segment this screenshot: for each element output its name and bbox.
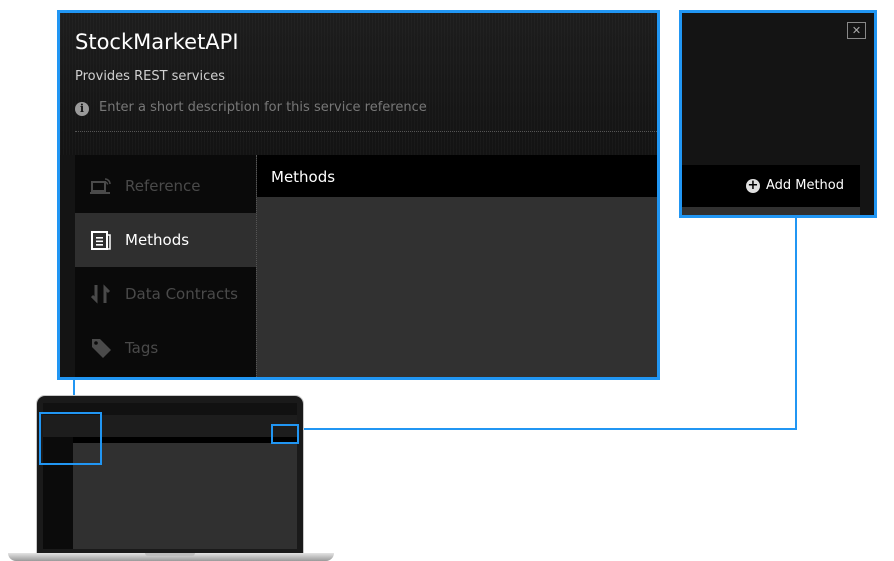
methods-content: Methods bbox=[256, 155, 657, 377]
laptop-notch bbox=[145, 553, 195, 556]
close-button[interactable]: ✕ bbox=[847, 22, 866, 39]
sidebar-item-label: Tags bbox=[125, 339, 159, 357]
sidebar-item-label: Data Contracts bbox=[125, 285, 238, 303]
plus-circle-icon: + bbox=[745, 177, 760, 193]
description-placeholder: Enter a short description for this servi… bbox=[99, 100, 427, 115]
service-subtitle: Provides REST services bbox=[75, 69, 225, 84]
data-contracts-icon bbox=[90, 283, 112, 305]
connector-line-right-vertical bbox=[795, 215, 797, 429]
header-divider bbox=[75, 131, 657, 132]
service-title: StockMarketAPI bbox=[75, 30, 239, 54]
tag-icon bbox=[90, 337, 112, 359]
sidebar-item-tags[interactable]: Tags bbox=[75, 321, 256, 375]
methods-toolbar: + Add Method bbox=[682, 165, 860, 207]
sidebar-item-data-contracts[interactable]: Data Contracts bbox=[75, 267, 256, 321]
description-field[interactable]: i Enter a short description for this serv… bbox=[75, 100, 427, 118]
sidebar-item-label: Reference bbox=[125, 177, 201, 195]
info-icon: i bbox=[75, 102, 89, 116]
service-header: StockMarketAPI Provides REST services iE… bbox=[60, 13, 657, 155]
sidebar-item-methods[interactable]: Methods bbox=[75, 213, 256, 267]
methods-header: Methods bbox=[257, 155, 657, 197]
highlight-box-right bbox=[271, 424, 299, 444]
sidebar-item-reference[interactable]: Reference bbox=[75, 159, 256, 213]
sidebar: Reference Methods Data Contracts Tags bbox=[75, 155, 256, 377]
add-method-label: Add Method bbox=[765, 178, 844, 193]
zoom-panel-main: StockMarketAPI Provides REST services iE… bbox=[57, 10, 660, 380]
zoom-panel-right: ✕ + Add Method bbox=[679, 10, 877, 218]
reference-icon bbox=[90, 175, 112, 197]
methods-content-strip bbox=[682, 207, 860, 215]
connector-line-right-horizontal bbox=[297, 428, 797, 430]
sidebar-item-label: Methods bbox=[125, 231, 190, 249]
highlight-box-left bbox=[39, 412, 102, 465]
add-method-button[interactable]: + Add Method bbox=[745, 177, 844, 193]
laptop-screen-content bbox=[73, 443, 297, 549]
methods-icon bbox=[90, 229, 112, 251]
